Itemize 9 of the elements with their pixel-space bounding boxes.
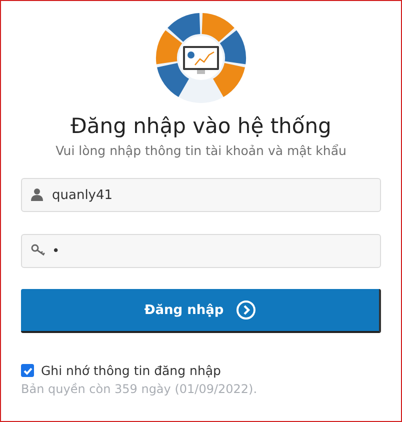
username-field[interactable]: quanly41	[21, 178, 381, 212]
remember-checkbox[interactable]	[21, 364, 34, 377]
remember-label: Ghi nhớ thông tin đăng nhập	[41, 363, 221, 378]
login-subtitle: Vui lòng nhập thông tin tài khoản và mật khẩu	[56, 143, 346, 158]
login-button[interactable]: Đăng nhập	[21, 289, 381, 333]
arrow-circle-icon	[236, 300, 256, 320]
login-title: Đăng nhập vào hệ thống	[70, 114, 332, 138]
license-text: Bản quyền còn 359 ngày (01/09/2022).	[21, 382, 258, 396]
password-field[interactable]: •	[21, 234, 381, 268]
